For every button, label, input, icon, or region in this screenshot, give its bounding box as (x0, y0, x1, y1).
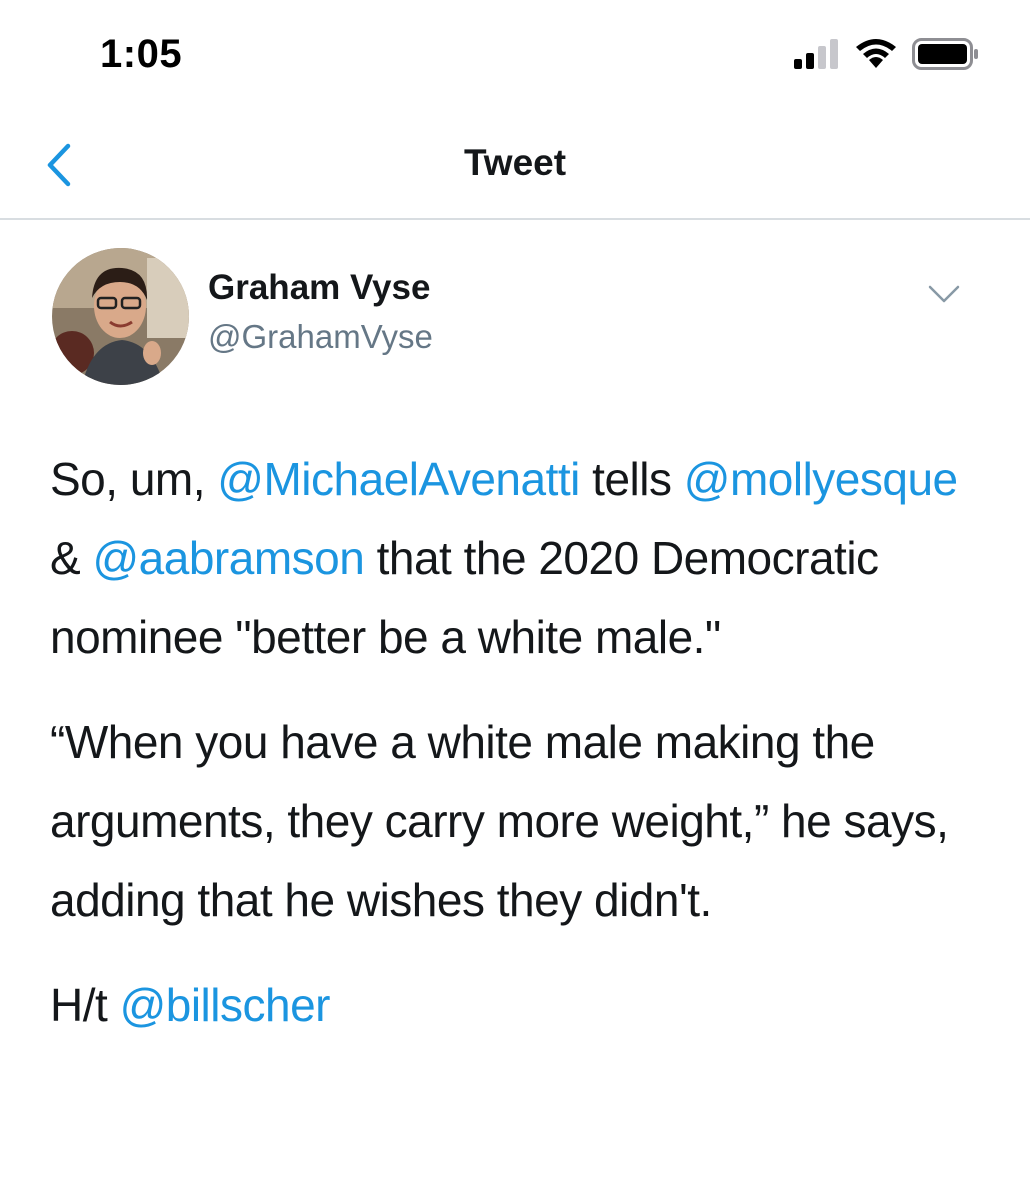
avatar-image[interactable] (52, 248, 189, 385)
tweet-menu-button[interactable] (926, 282, 962, 306)
tweet-header: Graham Vyse @GrahamVyse (52, 248, 982, 388)
status-icons (794, 38, 980, 70)
mention-link[interactable]: @aabramson (92, 532, 364, 584)
tweet-text-segment: So, um, (50, 453, 218, 505)
status-bar: 1:05 (0, 0, 1030, 110)
tweet-text-segment: & (50, 532, 93, 584)
nav-bar: Tweet (0, 110, 1030, 220)
mention-link[interactable]: @MichaelAvenatti (217, 453, 580, 505)
tweet-paragraph: H/t @billscher (50, 966, 990, 1045)
tweet-text: So, um, @MichaelAvenatti tells @mollyesq… (50, 440, 990, 1071)
author-name[interactable]: Graham Vyse (208, 268, 430, 308)
author-handle[interactable]: @GrahamVyse (208, 318, 433, 356)
chevron-down-icon[interactable] (926, 282, 962, 306)
status-time: 1:05 (100, 32, 183, 76)
page-title: Tweet (463, 142, 567, 183)
battery-icon (912, 38, 978, 70)
mention-link[interactable]: @billscher (120, 979, 331, 1031)
tweet-text-segment: tells (579, 453, 684, 505)
wifi-icon (856, 39, 896, 68)
tweet-paragraph: “When you have a white male making the a… (50, 716, 949, 926)
avatar[interactable] (52, 248, 189, 385)
tweet-text-segment: H/t (50, 979, 120, 1031)
mention-link[interactable]: @mollyesque (684, 453, 958, 505)
tweet-paragraph: So, um, @MichaelAvenatti tells @mollyesq… (50, 440, 990, 677)
cellular-signal-icon (794, 39, 838, 69)
